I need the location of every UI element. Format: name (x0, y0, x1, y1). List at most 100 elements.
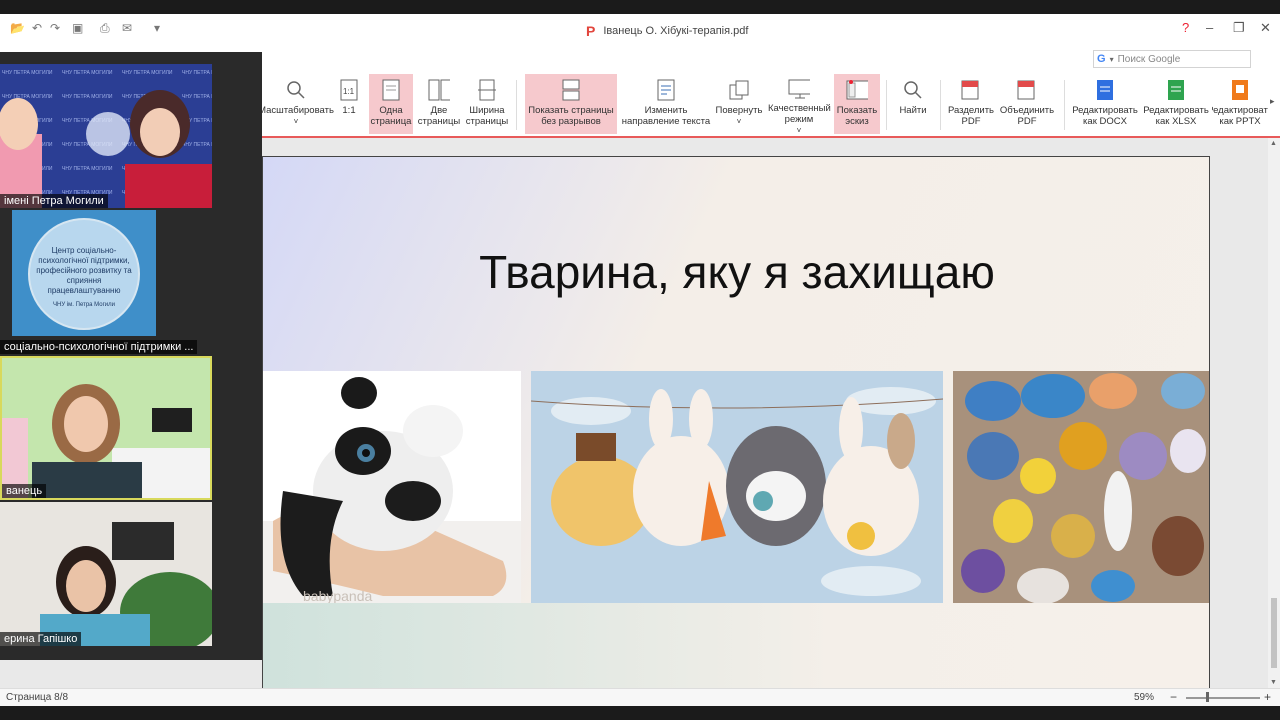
title-bar: 📂 ↶ ↷ ▣ ⎙ ✉ ▾ P Іванець О. Хібукі-терапі… (0, 14, 1280, 46)
participant-tile[interactable]: ерина Гапішко (0, 502, 212, 646)
xlsx-icon (1165, 78, 1187, 102)
slide-bottom-band (263, 603, 1209, 689)
scroll-thumb[interactable] (1271, 598, 1277, 668)
split-pdf-button[interactable]: Разделить PDF (946, 74, 996, 134)
pdf-page: Тварина, яку я захищаю babypanda (262, 156, 1210, 690)
ribbon-label: Показать страницы без разрывов (528, 105, 614, 127)
show-thumbnail-button[interactable]: Показать эскиз (834, 74, 880, 134)
google-search-input[interactable]: G ▾ Поиск Google (1093, 50, 1251, 68)
slide-title: Тварина, яку я захищаю (479, 246, 995, 298)
thumbnail-icon (846, 78, 868, 102)
google-logo-icon: G (1097, 53, 1106, 65)
participant-tile[interactable]: Центр соціально-психологічної підтримки,… (0, 210, 212, 354)
quality-mode-icon (788, 78, 810, 100)
restore-button[interactable]: ❐ (1233, 20, 1245, 36)
zoom-icon (285, 78, 307, 102)
help-icon[interactable]: ? (1182, 20, 1189, 35)
participant-name: ванець (2, 484, 47, 498)
svg-text:1:1: 1:1 (343, 87, 355, 96)
ribbon-separator (1064, 80, 1065, 130)
ribbon-label: Две страницы (417, 105, 461, 127)
ribbon-label: Объединить PDF (999, 105, 1055, 127)
search-engine-dropdown-icon[interactable]: ▾ (1110, 55, 1114, 64)
undo-icon[interactable]: ↶ (32, 21, 42, 35)
minimize-button[interactable]: – (1206, 20, 1213, 35)
split-pdf-icon (960, 78, 982, 102)
single-page-icon (380, 78, 402, 102)
edit-as-docx-button[interactable]: Редактировать как DOCX (1070, 74, 1140, 134)
ribbon-separator (516, 80, 517, 130)
ribbon-label: Масштабировать (258, 105, 334, 116)
zoom-out-icon[interactable]: − (1170, 690, 1177, 704)
two-pages-icon (428, 78, 450, 102)
fit-width-button[interactable]: Ширина страницы (464, 74, 510, 134)
two-pages-button[interactable]: Две страницы (416, 74, 462, 134)
ribbon-separator (940, 80, 941, 130)
photo-watermark: babypanda (303, 588, 373, 603)
ribbon-label: Качественный режим (768, 103, 831, 125)
single-page-button[interactable]: Одна страница (369, 74, 413, 134)
center-logo-avatar: Центр соціально-психологічної підтримки,… (12, 210, 156, 336)
video-call-panel: ЧНУ ПЕТРА МОГИЛИ імені Петра Могили Цент… (0, 52, 262, 660)
rotate-icon (728, 78, 750, 102)
ribbon-label: 1:1 (342, 105, 356, 116)
status-bar: Страница 8/8 59% − + (0, 688, 1280, 706)
screen: 📂 ↶ ↷ ▣ ⎙ ✉ ▾ P Іванець О. Хібукі-терапі… (0, 0, 1280, 720)
ribbon-label: Редактировать как PPTX (1212, 105, 1268, 127)
page-indicator: Страница 8/8 (6, 692, 69, 703)
print-icon[interactable]: ⎙ (100, 21, 110, 36)
redo-icon[interactable]: ↷ (50, 21, 60, 35)
ribbon-label: Одна страница (370, 105, 412, 127)
open-folder-icon[interactable]: 📂 (10, 21, 25, 35)
participant-name: імені Петра Могили (0, 194, 108, 208)
participant-tile[interactable]: ЧНУ ПЕТРА МОГИЛИ імені Петра Могили (0, 64, 212, 208)
zoom-slider-thumb[interactable] (1206, 692, 1209, 702)
find-icon (902, 78, 924, 102)
scroll-down-icon[interactable]: ▼ (1270, 679, 1277, 686)
customize-quick-access-icon[interactable]: ▾ (154, 21, 160, 35)
ribbon-label: Показать эскиз (836, 105, 878, 127)
merge-pdf-button[interactable]: Объединить PDF (998, 74, 1056, 134)
zoom-level: 59% (1134, 692, 1155, 703)
continuous-pages-button[interactable]: Показать страницы без разрывов (525, 74, 617, 134)
ribbon-label: Найти (899, 105, 927, 116)
actual-size-button[interactable]: 1:1 1:1 (334, 74, 364, 134)
panda-toy-photo: babypanda (263, 371, 521, 603)
actual-size-icon: 1:1 (338, 78, 360, 102)
rotate-button[interactable]: Повернуть ˅ (714, 74, 764, 134)
zoom-button[interactable]: Масштабировать ˅ (258, 74, 334, 134)
pptx-icon (1229, 78, 1251, 102)
scroll-up-icon[interactable]: ▲ (1270, 140, 1277, 147)
felt-toys-collection-photo (953, 371, 1209, 603)
participant-name: соціально-психологічної підтримки ... (0, 340, 198, 354)
window-title: P Іванець О. Хібукі-терапія.pdf (586, 23, 748, 39)
email-icon[interactable]: ✉ (122, 21, 132, 35)
fit-width-icon (476, 78, 498, 102)
participant-tile-active-speaker[interactable]: ванець (0, 356, 212, 500)
zoom-in-icon[interactable]: + (1264, 690, 1271, 704)
merge-pdf-icon (1016, 78, 1038, 102)
ribbon-label: Разделить PDF (947, 105, 994, 127)
zoom-slider-track[interactable] (1186, 697, 1260, 699)
ribbon-label: Ширина страницы (465, 105, 509, 127)
ribbon-scroll-right-icon[interactable]: ▸ (1270, 96, 1275, 107)
ribbon-label: Редактировать как XLSX (1143, 105, 1209, 127)
app-logo-icon: P (586, 23, 596, 39)
vertical-scrollbar[interactable]: ▲ ▼ (1268, 138, 1280, 688)
text-direction-button[interactable]: Изменить направление текста (620, 74, 712, 134)
find-button[interactable]: Найти (892, 74, 934, 134)
ribbon-label: Повернуть (715, 105, 763, 116)
search-placeholder: Поиск Google (1117, 53, 1181, 65)
close-button[interactable]: ✕ (1260, 20, 1271, 36)
edit-as-pptx-button[interactable]: Редактировать как PPTX (1212, 74, 1268, 134)
edit-as-xlsx-button[interactable]: Редактировать как XLSX (1142, 74, 1210, 134)
quality-mode-button[interactable]: Качественный режим ˅ (766, 74, 832, 135)
document-title: Іванець О. Хібукі-терапія.pdf (603, 25, 749, 37)
save-icon[interactable]: ▣ (72, 21, 83, 35)
continuous-pages-icon (560, 78, 582, 102)
ribbon-label: Редактировать как DOCX (1072, 105, 1138, 127)
center-logo-subtitle: ЧНУ ім. Петра Могили (53, 302, 115, 308)
felt-animals-photo (531, 371, 943, 603)
text-direction-icon (655, 78, 677, 102)
docx-icon (1094, 78, 1116, 102)
